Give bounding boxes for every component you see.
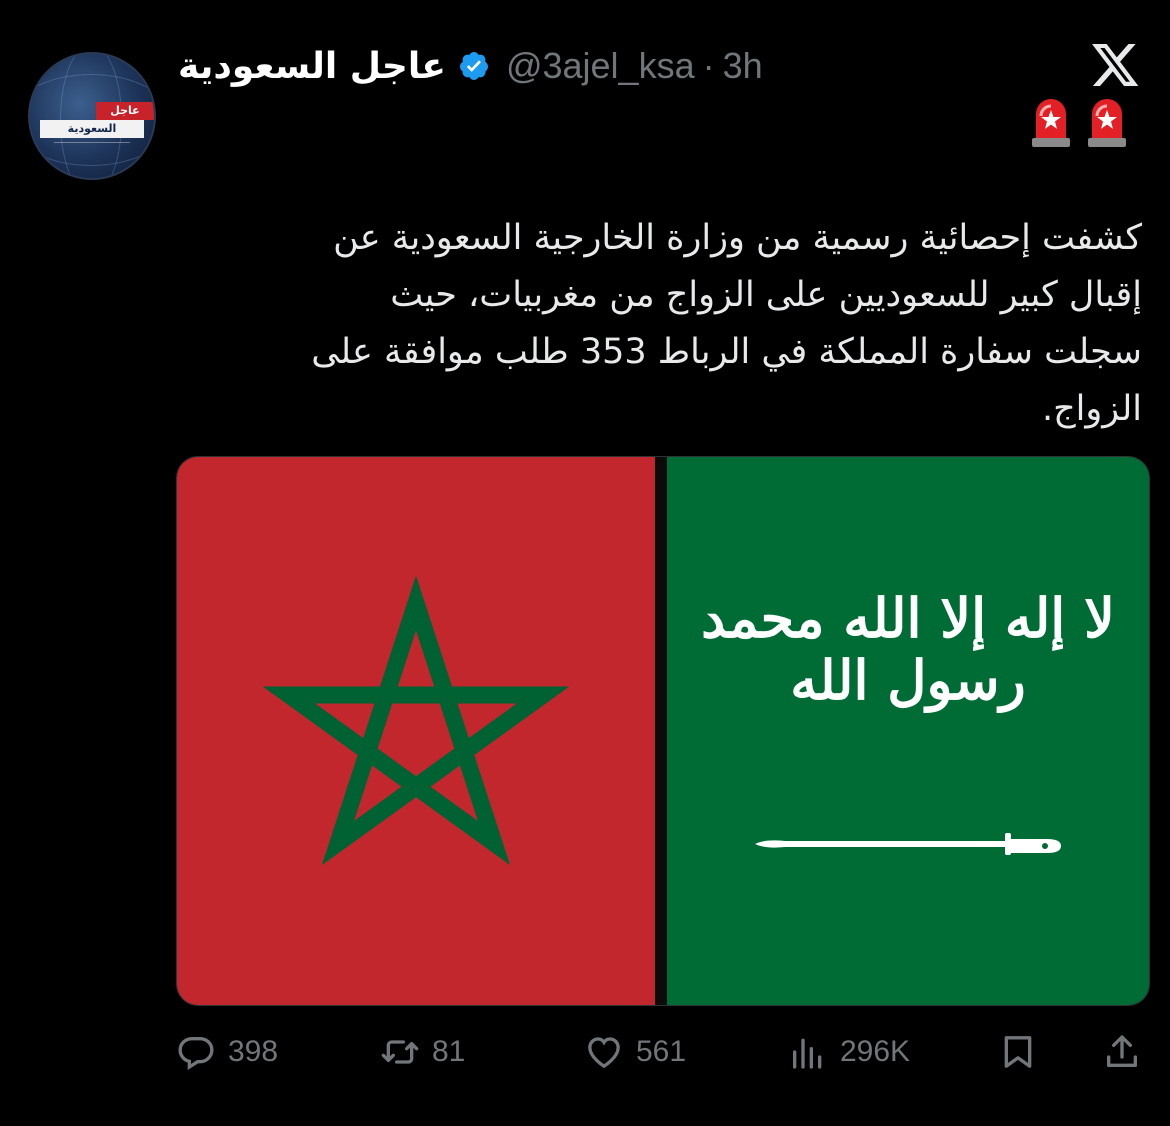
views-button[interactable]: 296K	[788, 1022, 910, 1082]
share-icon	[1107, 1035, 1137, 1067]
heart-icon	[588, 1037, 620, 1069]
display-name[interactable]: عاجل السعودية	[178, 46, 446, 87]
views-count: 296K	[840, 1035, 911, 1068]
siren-emoji-group	[1030, 98, 1128, 148]
reply-button[interactable]: 398	[176, 1022, 278, 1082]
reply-icon	[178, 1037, 214, 1071]
avatar[interactable]: عاجل السعودية	[28, 52, 156, 180]
action-bar: 398 81 561 296K	[176, 1022, 1142, 1082]
shahada-calligraphy: لا إله إلا الله محمد رسول الله	[701, 586, 1117, 712]
timestamp[interactable]: 3h	[723, 45, 763, 87]
avatar-logo-bottom: السعودية	[40, 120, 144, 138]
like-count: 561	[636, 1035, 687, 1068]
avatar-logo-top: عاجل	[96, 102, 154, 120]
pentagram-star-icon	[262, 575, 570, 866]
siren-icon	[1086, 98, 1128, 148]
saudi-flag: لا إله إلا الله محمد رسول الله	[667, 457, 1149, 1005]
views-chart-icon	[793, 1038, 822, 1069]
avatar-logo-underline	[54, 142, 130, 149]
flag-divider	[655, 457, 667, 1005]
tweet-text-line: الزواج.	[1041, 389, 1142, 429]
tweet-text-line: سجلت سفارة المملكة في الرباط 353 طلب موا…	[311, 332, 1142, 372]
sword-icon	[755, 833, 1061, 855]
siren-icon	[1030, 98, 1072, 148]
verified-badge-icon	[458, 50, 490, 82]
repost-button[interactable]: 81	[380, 1022, 465, 1082]
tweet-text-line: إقبال كبير للسعوديين على الزواج من مغربي…	[390, 275, 1142, 315]
tweet-card[interactable]: عاجل السعودية عاجل السعودية @3ajel_ksa ·…	[0, 0, 1170, 1126]
bookmark-icon	[1004, 1036, 1032, 1068]
handle[interactable]: @3ajel_ksa	[506, 45, 695, 87]
separator-dot: ·	[702, 45, 715, 86]
reply-count: 398	[228, 1035, 279, 1068]
repost-count: 81	[432, 1035, 466, 1068]
like-button[interactable]: 561	[584, 1022, 686, 1082]
x-logo-icon[interactable]	[1092, 44, 1140, 88]
bookmark-button[interactable]	[998, 1022, 1038, 1082]
tweet-text: كشفت إحصائية رسمية من وزارة الخارجية الس…	[162, 210, 1142, 438]
tweet-header: عاجل السعودية @3ajel_ksa · 3h	[178, 38, 763, 94]
repost-icon	[381, 1040, 419, 1064]
share-button[interactable]	[1102, 1022, 1142, 1082]
tweet-text-line: كشفت إحصائية رسمية من وزارة الخارجية الس…	[333, 218, 1142, 258]
morocco-flag	[177, 457, 655, 1005]
tweet-media-image[interactable]: لا إله إلا الله محمد رسول الله	[176, 456, 1150, 1006]
